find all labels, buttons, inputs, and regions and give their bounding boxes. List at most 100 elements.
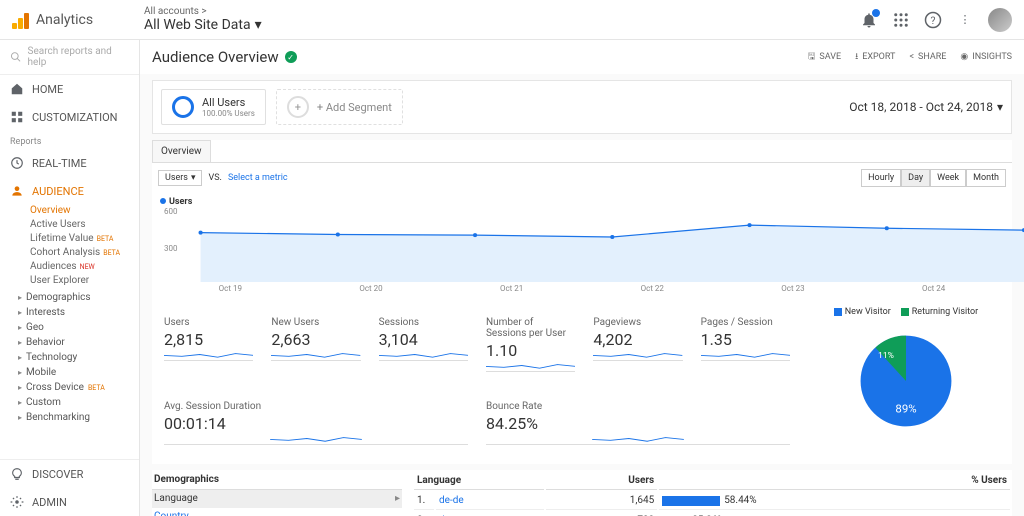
pie-chart: New Visitor Returning Visitor 89% 11% [806, 307, 1006, 458]
metric-new_users[interactable]: New Users2,663 [265, 313, 366, 379]
granularity-month[interactable]: Month [966, 169, 1006, 187]
language-table: LanguageUsers% Users 1.de-de1,64558.44%2… [412, 470, 1012, 516]
insights-button[interactable]: ◉INSIGHTS [960, 49, 1012, 65]
export-icon: ⭳ [855, 49, 858, 65]
nav-category[interactable]: ▸Cross DeviceBETA [0, 380, 139, 395]
metric-pageviews[interactable]: Pageviews4,202 [587, 313, 688, 379]
subnav-active-users[interactable]: Active Users [30, 219, 139, 230]
caret-icon: ▸ [18, 293, 22, 302]
nav-audience[interactable]: AUDIENCE [0, 177, 139, 205]
metric-bounce_rate[interactable]: Bounce Rate84.25% [480, 397, 796, 452]
caret-icon: ▸ [18, 398, 22, 407]
nav-category[interactable]: ▸Interests [0, 305, 139, 320]
save-button[interactable]: 🖫SAVE [808, 49, 841, 65]
metric-selector[interactable]: Users▾ [158, 170, 202, 186]
dim-language[interactable]: Language▸ [152, 490, 402, 508]
avatar[interactable] [988, 8, 1012, 32]
segment-all-users[interactable]: All Users100.00% Users [161, 89, 266, 125]
metric-pages_per_sess[interactable]: Pages / Session1.35 [695, 313, 796, 379]
caret-icon: ▸ [18, 368, 22, 377]
granularity-week[interactable]: Week [930, 169, 966, 187]
more-icon[interactable]: ⋮ [956, 11, 974, 29]
gear-icon [10, 495, 24, 509]
add-segment-button[interactable]: + + Add Segment [276, 89, 403, 125]
dim-country[interactable]: Country [152, 508, 402, 516]
nav-category[interactable]: ▸Benchmarking [0, 410, 139, 425]
notifications-icon[interactable] [860, 11, 878, 29]
chevron-down-icon: ▾ [191, 173, 196, 183]
verified-icon: ✓ [285, 51, 297, 63]
metric-users[interactable]: Users2,815 [158, 313, 259, 379]
legend-returning: Returning Visitor [912, 307, 978, 317]
caret-icon: ▸ [18, 413, 22, 422]
subnav-lifetime-value[interactable]: Lifetime Value [30, 233, 94, 244]
subnav-audiences[interactable]: Audiences [30, 261, 77, 272]
y-tick: 300 [164, 244, 178, 253]
caret-icon: ▸ [18, 338, 22, 347]
subnav-user-explorer[interactable]: User Explorer [30, 275, 139, 286]
nav-discover[interactable]: DISCOVER [0, 460, 139, 488]
dimensions-panel: Demographics Language▸ Country City Syst… [152, 470, 402, 516]
account-selector[interactable]: All accounts > All Web Site Data ▾ [144, 6, 262, 33]
y-tick: 600 [164, 207, 178, 216]
table-row[interactable]: 2.de72825.86% [414, 512, 1010, 516]
subnav-cohort-analysis[interactable]: Cohort Analysis [30, 247, 100, 258]
x-axis-labels: Oct 19Oct 20Oct 21Oct 22Oct 23Oct 24 [160, 284, 1004, 293]
nav-category[interactable]: ▸Demographics [0, 290, 139, 305]
tab-overview[interactable]: Overview [152, 140, 211, 162]
table-row[interactable]: 1.de-de1,64558.44% [414, 492, 1010, 510]
nav-home[interactable]: HOME [0, 75, 139, 103]
nav-admin[interactable]: ADMIN [0, 488, 139, 516]
badge-new: NEW [80, 263, 95, 271]
segment-label: All Users [202, 96, 255, 109]
subnav-overview[interactable]: Overview [30, 205, 139, 216]
chart-controls: Users▾ VS. Select a metric Hourly Day We… [152, 163, 1012, 193]
nav-category[interactable]: ▸Custom [0, 395, 139, 410]
customization-icon [10, 110, 24, 124]
granularity-day[interactable]: Day [901, 169, 930, 187]
nav-category[interactable]: ▸Technology [0, 350, 139, 365]
help-icon[interactable]: ? [924, 11, 942, 29]
sidebar: Search reports and help HOME CUSTOMIZATI… [0, 40, 140, 516]
brand-name: Analytics [36, 12, 93, 28]
home-icon [10, 82, 24, 96]
main-content: Audience Overview✓ 🖫SAVE ⭳EXPORT <SHARE … [140, 40, 1024, 516]
page-title: Audience Overview [152, 48, 279, 66]
th-pct: % Users [659, 472, 1010, 490]
search-input[interactable]: Search reports and help [0, 40, 139, 75]
nav-category[interactable]: ▸Mobile [0, 365, 139, 380]
apps-icon[interactable] [892, 11, 910, 29]
svg-text:?: ? [931, 13, 936, 26]
metric-sessions[interactable]: Sessions3,104 [373, 313, 474, 379]
chevron-down-icon: ▾ [255, 17, 262, 33]
legend-dot [160, 198, 166, 204]
segment-circle-icon [172, 96, 194, 118]
dim-header-demographics: Demographics [152, 470, 402, 490]
topbar-actions: ? ⋮ [860, 8, 1012, 32]
date-range-picker[interactable]: Oct 18, 2018 - Oct 24, 2018▾ [849, 100, 1003, 114]
brand-logo[interactable]: Analytics [12, 11, 140, 29]
vs-label: VS. [208, 173, 221, 183]
chevron-down-icon: ▾ [997, 100, 1003, 114]
caret-icon: ▸ [18, 323, 22, 332]
caret-icon: ▸ [18, 308, 22, 317]
nav-customization[interactable]: CUSTOMIZATION [0, 103, 139, 131]
segments-row: All Users100.00% Users + + Add Segment O… [152, 80, 1012, 134]
metric-avg_duration[interactable]: Avg. Session Duration00:01:14 [158, 397, 474, 452]
clock-icon [10, 156, 24, 170]
save-icon: 🖫 [808, 49, 816, 65]
nav-category[interactable]: ▸Behavior [0, 335, 139, 350]
nav-category[interactable]: ▸Geo [0, 320, 139, 335]
metric-sess_per_user[interactable]: Number of Sessions per User1.10 [480, 313, 581, 379]
plus-icon: + [287, 96, 309, 118]
granularity-hourly[interactable]: Hourly [861, 169, 901, 187]
pie-ret-pct: 11% [878, 351, 894, 361]
nav-realtime[interactable]: REAL-TIME [0, 149, 139, 177]
caret-icon: ▸ [18, 383, 22, 392]
legend-new: New Visitor [845, 307, 891, 317]
bulb-icon [10, 467, 24, 481]
legend-sq [834, 308, 842, 316]
share-button[interactable]: <SHARE [909, 49, 946, 65]
select-metric-link[interactable]: Select a metric [228, 173, 288, 183]
export-button[interactable]: ⭳EXPORT [855, 49, 895, 65]
